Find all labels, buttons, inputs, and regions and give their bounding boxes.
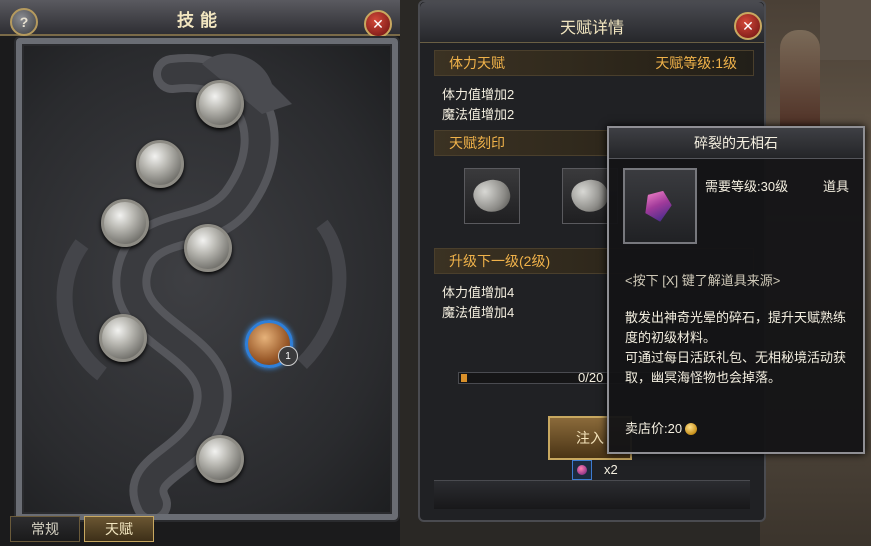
crystal-icon: [641, 186, 676, 223]
item-tooltip: 碎裂的无相石 需要等级:30级 道具 <按下 [X] 键了解道具来源> 散发出神…: [607, 126, 865, 454]
imprint-label: 天赋刻印: [449, 135, 505, 151]
talent-node[interactable]: [196, 435, 244, 483]
coin-icon: [685, 423, 698, 435]
help-icon: ?: [19, 14, 29, 30]
talent-node[interactable]: [184, 224, 232, 272]
item-name: 碎裂的无相石: [609, 128, 863, 159]
item-required-level: 需要等级:30级: [705, 179, 789, 194]
rune-stone-icon: [567, 175, 613, 217]
panel-bottom-ornament: [434, 480, 750, 509]
current-effect: 体力值增加2: [442, 87, 515, 102]
progress-fill: [461, 374, 467, 382]
rune-stone-icon: [469, 175, 515, 217]
current-effect: 魔法值增加2: [442, 107, 515, 122]
sell-price-text: 卖店价:20: [625, 421, 683, 436]
crystal-icon: [577, 465, 587, 475]
details-title: 天赋详情: [559, 20, 624, 37]
skills-close-button[interactable]: ✕: [364, 10, 392, 38]
close-icon: ✕: [742, 17, 754, 34]
talent-node[interactable]: [99, 314, 147, 362]
tab-talent[interactable]: 天赋: [84, 516, 154, 542]
close-icon: ✕: [372, 15, 384, 32]
skills-titlebar: 技能: [0, 0, 400, 36]
item-description: 可通过每日活跃礼包、无相秘境活动获取，幽冥海怪物也会掉落。: [625, 350, 847, 385]
item-type: 道具: [823, 179, 850, 194]
current-talent-header: 体力天赋 天赋等级:1级: [434, 50, 754, 76]
skills-title: 技能: [177, 11, 223, 30]
material-slot[interactable]: [572, 460, 592, 480]
talent-node[interactable]: [196, 80, 244, 128]
talent-node-level-badge: 1: [278, 346, 298, 366]
help-button[interactable]: ?: [10, 8, 38, 36]
item-icon-frame: [623, 168, 697, 244]
npc-figure: [780, 30, 820, 140]
details-titlebar: 天赋详情: [420, 2, 764, 43]
next-effect: 体力值增加4: [442, 285, 515, 300]
next-level-label: 升级下一级(2级): [449, 253, 551, 269]
next-effect: 魔法值增加4: [442, 305, 515, 320]
item-source-hint: <按下 [X] 键了解道具来源>: [625, 273, 781, 288]
talent-name: 体力天赋: [449, 55, 505, 71]
imprint-slot[interactable]: [464, 168, 520, 224]
progress-text: 0/20: [578, 370, 604, 385]
tab-general[interactable]: 常规: [10, 516, 80, 542]
details-close-button[interactable]: ✕: [734, 12, 762, 40]
talent-node[interactable]: [136, 140, 184, 188]
material-count: x2: [604, 462, 618, 477]
item-sell-price: 卖店价:20: [625, 418, 698, 437]
building-corner: [820, 0, 871, 60]
item-description: 散发出神奇光晕的碎石，提升天赋熟练度的初级材料。: [625, 310, 847, 345]
skills-panel: 技能 ? ✕ 1 常规 天赋: [0, 0, 400, 546]
talent-node[interactable]: [101, 199, 149, 247]
talent-level: 天赋等级:1级: [655, 55, 737, 71]
